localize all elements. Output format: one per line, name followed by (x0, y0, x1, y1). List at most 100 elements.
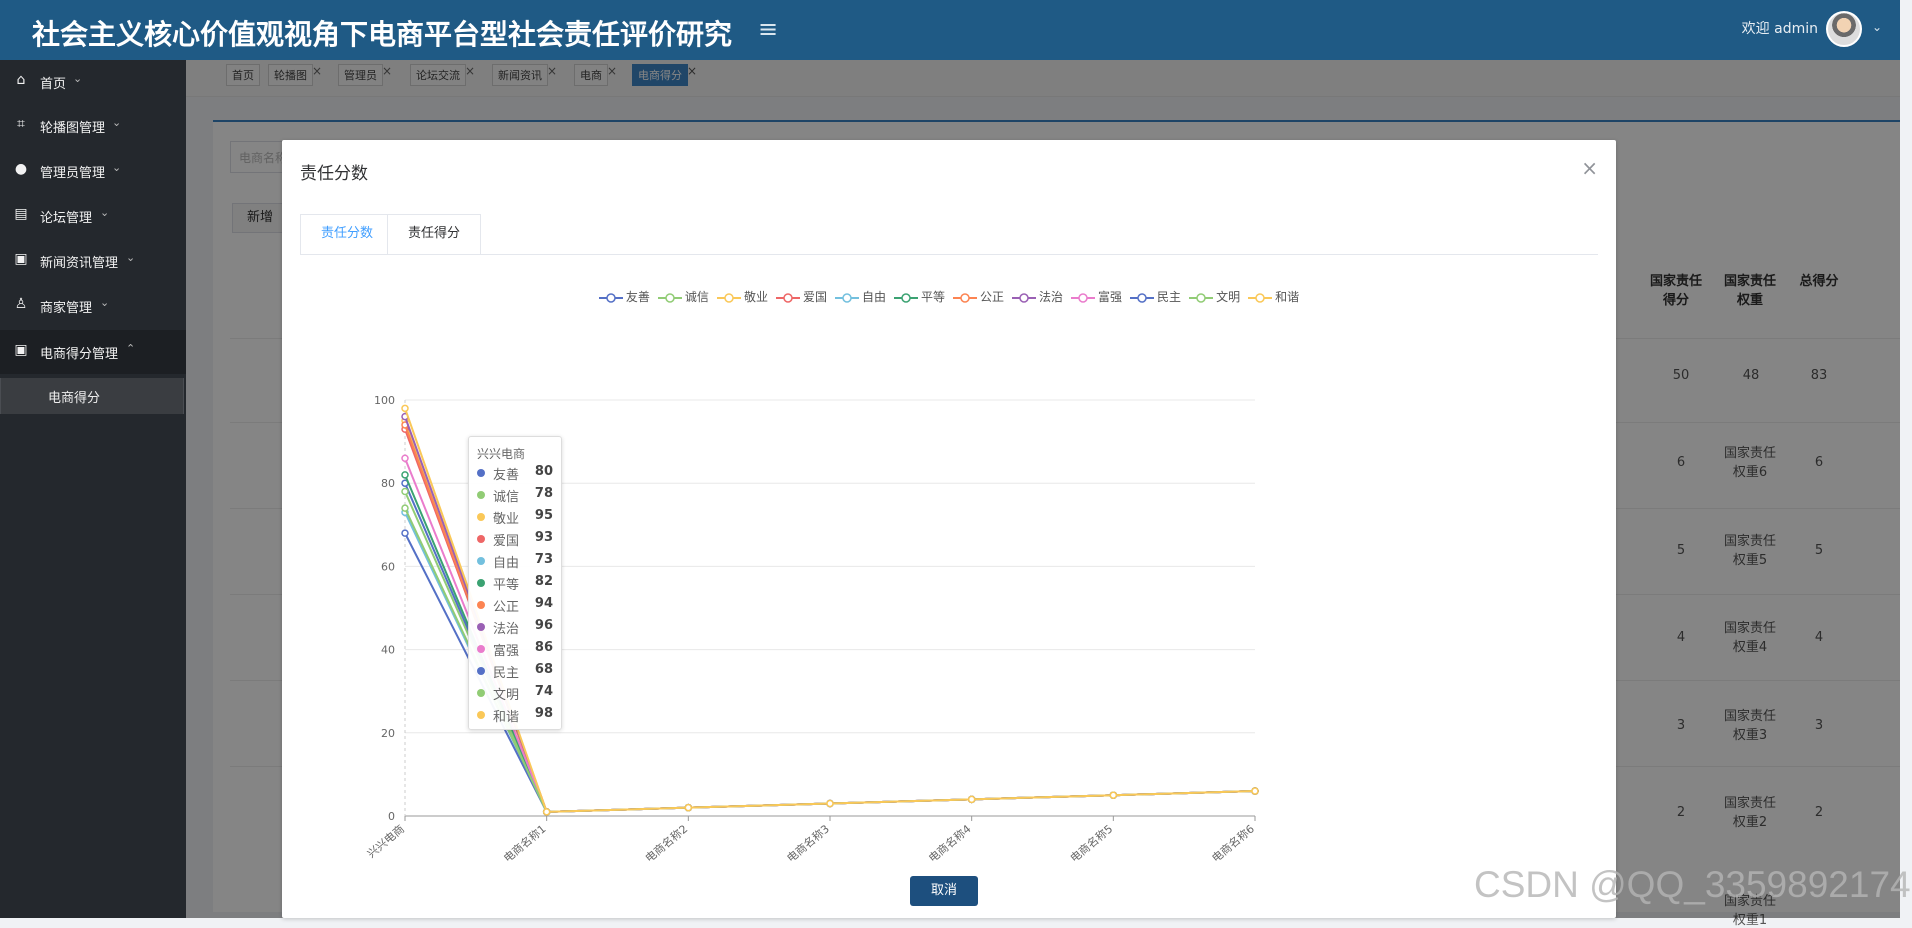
data-point (542, 808, 551, 816)
tooltip-color-dot (477, 645, 485, 653)
sidebar: ⌂ 首页 ⌄ ⌗ 轮播图管理 ⌄ ● 管理员管理 ⌄ ▤ 论坛管理 ⌄ ▣ 新闻… (0, 60, 186, 918)
x-tick-label: 电商名称1 (501, 822, 549, 866)
chevron-down-icon: ⌄ (73, 72, 83, 85)
data-point (684, 803, 693, 812)
tooltip-series-name: 自由 (493, 556, 520, 571)
crop-icon: ⌗ (17, 116, 25, 132)
tooltip-row: 民主 68 (477, 661, 557, 681)
tooltip-series-value: 98 (534, 706, 553, 721)
briefcase-icon: ▣ (14, 342, 28, 358)
hamburger-menu-icon[interactable]: ≡ (758, 15, 778, 43)
app-title: 社会主义核心价值观视角下电商平台型社会责任评价研究 (32, 18, 733, 51)
tooltip-row: 法治 96 (477, 617, 557, 637)
chevron-down-icon: ⌄ (112, 116, 122, 129)
tooltip-row: 友善 80 (477, 463, 557, 483)
chevron-down-icon: ⌄ (100, 296, 110, 309)
tooltip-color-dot (477, 535, 485, 543)
table-icon: ▤ (14, 206, 28, 222)
tooltip-color-dot (477, 557, 485, 565)
x-tick-label: 电商名称5 (1067, 822, 1115, 866)
tooltip-color-dot (477, 623, 485, 631)
tooltip-row: 公正 94 (477, 595, 557, 615)
sidebar-item-merchant[interactable]: ♙ 商家管理 ⌄ (0, 284, 186, 328)
data-point (401, 504, 409, 512)
tab-responsibility-points[interactable]: 责任分数 (300, 214, 395, 254)
tooltip-series-name: 法治 (493, 622, 520, 637)
tooltip-color-dot (477, 601, 485, 609)
tab-responsibility-score[interactable]: 责任得分 (387, 214, 482, 254)
sidebar-item-news[interactable]: ▣ 新闻资讯管理 ⌄ (0, 239, 186, 283)
tooltip-color-dot (477, 491, 485, 499)
data-point (401, 404, 409, 413)
tooltip-series-name: 敬业 (493, 512, 520, 527)
tooltip-series-name: 平等 (493, 578, 520, 593)
tooltip-series-name: 诚信 (493, 490, 520, 505)
sidebar-item-label: 管理员管理 (40, 166, 106, 181)
dialog-title: 责任分数 (300, 164, 368, 184)
tooltip-color-dot (477, 579, 485, 587)
x-tick-label: 电商名称4 (926, 822, 974, 866)
tooltip-series-value: 82 (534, 574, 553, 589)
x-tick-label: 电商名称6 (1209, 822, 1257, 866)
sidebar-item-home[interactable]: ⌂ 首页 ⌄ (0, 60, 186, 104)
sidebar-item-label: 首页 (40, 77, 67, 92)
close-icon[interactable]: × (1581, 156, 1598, 180)
dashboard-icon: ● (14, 161, 28, 177)
tooltip-row: 自由 73 (477, 551, 557, 571)
tooltip-row: 和谐 98 (477, 705, 557, 725)
data-point (967, 795, 976, 804)
home-icon: ⌂ (16, 72, 26, 88)
tooltip-row: 富强 86 (477, 639, 557, 659)
chevron-down-icon: ⌄ (112, 161, 122, 174)
sidebar-subitem-label: 电商得分 (48, 391, 101, 406)
sidebar-item-label: 电商得分管理 (40, 347, 119, 362)
y-tick-label: 60 (381, 560, 395, 573)
x-tick-label: 电商名称2 (642, 822, 690, 866)
chart-tooltip: 兴兴电商 友善 80 诚信 78 敬业 95 爱国 93 自由 73 平等 82 公正 94 法治 96 富强 8… (468, 436, 562, 730)
briefcase-icon: ▣ (14, 251, 28, 267)
sidebar-item-admin[interactable]: ● 管理员管理 ⌄ (0, 149, 186, 193)
chevron-up-icon: ⌃ (126, 342, 136, 355)
data-point (401, 529, 409, 537)
top-header-bar: 社会主义核心价值观视角下电商平台型社会责任评价研究 ≡ 欢迎 admin ⌄ (0, 0, 1900, 60)
tooltip-series-name: 公正 (493, 600, 520, 615)
chevron-down-icon[interactable]: ⌄ (1872, 20, 1882, 34)
x-tick-label: 电商名称3 (784, 822, 832, 866)
welcome-text: 欢迎 admin (1741, 21, 1818, 37)
data-point (401, 487, 409, 496)
tooltip-series-value: 73 (534, 552, 553, 567)
watermark-text: CSDN @QQ_3359892174 (1474, 864, 1911, 905)
tooltip-series-name: 文明 (493, 688, 520, 703)
tooltip-series-name: 和谐 (493, 710, 520, 725)
tooltip-color-dot (477, 469, 485, 477)
y-tick-label: 20 (381, 727, 395, 740)
sidebar-item-carousel[interactable]: ⌗ 轮播图管理 ⌄ (0, 104, 186, 148)
tooltip-color-dot (477, 711, 485, 719)
data-point (1109, 791, 1118, 799)
avatar[interactable] (1826, 11, 1862, 47)
user-icon: ♙ (14, 296, 28, 312)
tooltip-title: 兴兴电商 (477, 447, 526, 461)
sidebar-subitem-score[interactable]: 电商得分 (0, 378, 184, 414)
y-tick-label: 80 (381, 477, 395, 490)
dialog-tabs: 责任分数 责任得分 (300, 214, 1598, 255)
tooltip-series-value: 80 (534, 464, 553, 479)
tooltip-color-dot (477, 667, 485, 675)
tooltip-series-value: 74 (534, 684, 553, 699)
sidebar-item-forum[interactable]: ▤ 论坛管理 ⌄ (0, 194, 186, 238)
tooltip-row: 爱国 93 (477, 529, 557, 549)
tooltip-row: 平等 82 (477, 573, 557, 593)
tooltip-row: 诚信 78 (477, 485, 557, 505)
tooltip-series-value: 86 (534, 640, 553, 655)
tooltip-series-name: 民主 (493, 666, 520, 681)
data-point (826, 799, 834, 808)
tooltip-series-value: 78 (534, 486, 553, 501)
sidebar-item-score[interactable]: ▣ 电商得分管理 ⌃ (0, 330, 186, 374)
y-tick-label: 40 (381, 644, 395, 657)
cancel-button[interactable]: 取消 (910, 876, 978, 906)
tooltip-series-value: 94 (534, 596, 553, 611)
y-tick-label: 100 (374, 394, 395, 407)
data-point (401, 454, 409, 462)
tooltip-series-name: 爱国 (493, 534, 520, 549)
tooltip-series-name: 友善 (493, 468, 520, 483)
